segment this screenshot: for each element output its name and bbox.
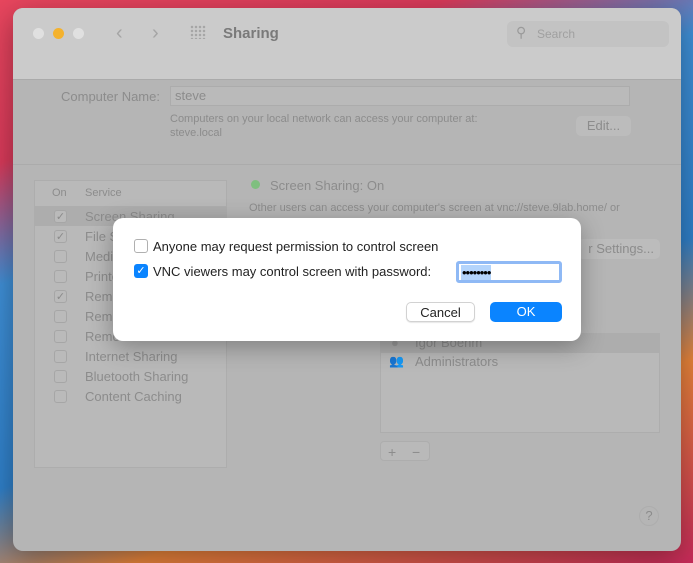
minimize-button[interactable] (53, 28, 64, 39)
service-checkbox[interactable] (54, 250, 67, 263)
service-checkbox[interactable]: ✓ (54, 230, 67, 243)
service-label: Internet Sharing (85, 349, 178, 364)
users-list: ● Igor Boehm 👥 Administrators (380, 333, 660, 433)
cancel-button[interactable]: Cancel (406, 302, 475, 322)
vnc-password-label: VNC viewers may control screen with pass… (153, 264, 432, 279)
edit-button[interactable]: Edit... (576, 116, 631, 136)
service-row[interactable]: Bluetooth Sharing (35, 366, 226, 386)
zoom-button[interactable] (73, 28, 84, 39)
service-checkbox[interactable] (54, 350, 67, 363)
status-title: Screen Sharing: On (270, 178, 385, 193)
help-button[interactable]: ? (639, 506, 659, 526)
computer-name-field[interactable]: steve (170, 86, 630, 106)
checkmark-icon: ✓ (55, 231, 66, 243)
service-checkbox[interactable]: ✓ (54, 210, 67, 223)
service-label: Content Caching (85, 389, 182, 404)
status-indicator (251, 180, 260, 189)
service-checkbox[interactable] (54, 370, 67, 383)
close-button[interactable] (33, 28, 44, 39)
group-icon: 👥 (389, 354, 404, 368)
vnc-password-checkbox[interactable]: ✓ (134, 264, 148, 278)
service-checkbox[interactable] (54, 390, 67, 403)
col-on: On (52, 187, 67, 199)
remove-button[interactable]: − (412, 444, 420, 460)
service-checkbox[interactable] (54, 330, 67, 343)
service-checkbox[interactable] (54, 270, 67, 283)
ok-button[interactable]: OK (490, 302, 562, 322)
title-bar: ‹ › Sharing ⚲ Search (13, 8, 681, 80)
search-placeholder: Search (537, 27, 576, 41)
computer-name-label: Computer Name: (61, 89, 160, 104)
service-row[interactable]: Content Caching (35, 386, 226, 406)
search-field[interactable]: ⚲ Search (507, 21, 669, 47)
service-row[interactable]: Internet Sharing (35, 346, 226, 366)
local-hostname: steve.local (170, 127, 222, 139)
group-name: Administrators (415, 354, 499, 369)
status-description: Other users can access your computer's s… (249, 202, 620, 214)
window-title: Sharing (223, 25, 279, 42)
computer-name-value: steve (175, 88, 207, 103)
add-remove-control: + − (380, 441, 430, 461)
forward-icon[interactable]: › (152, 22, 159, 45)
divider (13, 164, 681, 165)
password-value: •••••••• (461, 265, 491, 280)
user-row[interactable]: 👥 Administrators (381, 353, 659, 372)
checkmark-icon: ✓ (55, 211, 66, 223)
vnc-settings-dialog: Anyone may request permission to control… (113, 218, 581, 341)
back-icon[interactable]: ‹ (116, 22, 123, 45)
service-checkbox[interactable]: ✓ (54, 290, 67, 303)
grid-icon[interactable] (190, 25, 206, 39)
service-checkbox[interactable] (54, 310, 67, 323)
add-button[interactable]: + (388, 444, 396, 460)
service-label: Bluetooth Sharing (85, 369, 189, 384)
checkmark-icon: ✓ (55, 291, 66, 303)
col-service: Service (85, 187, 122, 199)
request-permission-label: Anyone may request permission to control… (153, 239, 439, 254)
computer-settings-button[interactable]: r Settings... (578, 239, 660, 259)
network-note: Computers on your local network can acce… (170, 113, 478, 125)
service-label: Medi (85, 249, 114, 264)
password-field[interactable]: •••••••• (456, 261, 562, 283)
request-permission-checkbox[interactable] (134, 239, 148, 253)
checkmark-icon: ✓ (136, 265, 146, 277)
search-icon: ⚲ (516, 24, 527, 40)
